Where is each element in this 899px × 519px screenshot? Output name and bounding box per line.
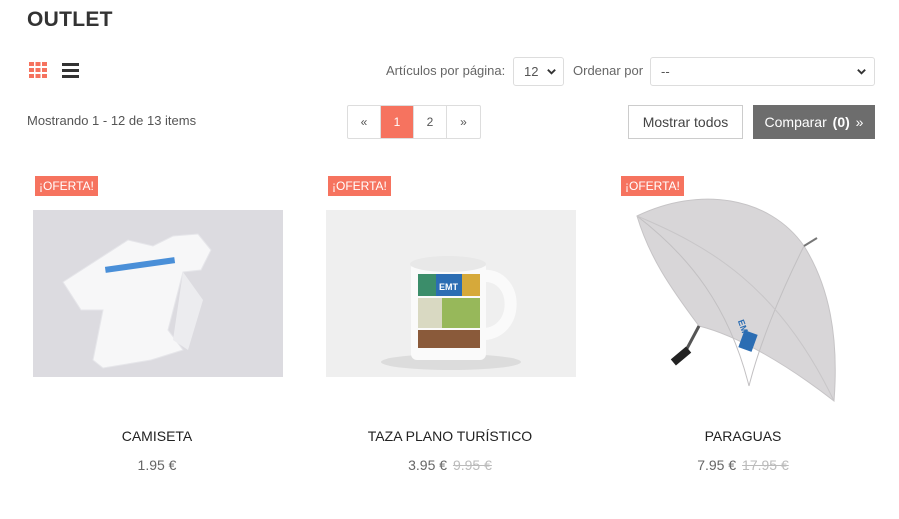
grid-view-icon[interactable]	[29, 62, 47, 78]
list-view-icon[interactable]	[62, 63, 79, 78]
pagination: « 1 2 »	[347, 105, 481, 139]
sort-label: Ordenar por	[573, 63, 644, 78]
umbrella-image: EMT	[619, 176, 869, 414]
compare-label: Comparar	[764, 114, 827, 130]
chevron-down-icon	[857, 69, 866, 75]
chevron-down-icon	[547, 69, 556, 75]
product-card: ¡OFERTA! EMT PARAGUAS 7.95 € 17.95 €	[613, 174, 873, 494]
product-image-mug[interactable]: EMT	[326, 210, 576, 377]
product-price: 7.95 €	[697, 457, 737, 473]
product-price: 3.95 €	[408, 457, 448, 473]
svg-text:EMT: EMT	[439, 282, 459, 292]
product-price: 1.95 €	[137, 457, 177, 473]
mug-image: EMT	[326, 210, 576, 377]
product-name[interactable]: PARAGUAS	[613, 428, 873, 444]
product-name[interactable]: CAMISETA	[27, 428, 287, 444]
per-page-value: 12	[524, 64, 539, 79]
pagination-page-2[interactable]: 2	[414, 106, 447, 138]
per-page-label: Artículos por página:	[386, 63, 506, 78]
sale-badge: ¡OFERTA!	[35, 176, 98, 196]
product-image-tshirt[interactable]	[33, 210, 283, 377]
sort-value: --	[661, 64, 670, 79]
show-all-button[interactable]: Mostrar todos	[628, 105, 743, 139]
compare-count: (0)	[832, 114, 850, 130]
tshirt-image	[33, 210, 283, 377]
product-prices: 3.95 € 9.95 €	[320, 457, 580, 473]
sale-badge: ¡OFERTA!	[621, 176, 684, 196]
pagination-prev[interactable]: «	[348, 106, 381, 138]
product-card: ¡OFERTA! CAMISETA 1.95 €	[27, 174, 287, 494]
pagination-page-1[interactable]: 1	[381, 106, 414, 138]
product-image-umbrella[interactable]: EMT	[619, 176, 869, 414]
product-old-price: 17.95 €	[742, 457, 789, 473]
product-name[interactable]: TAZA PLANO TURÍSTICO	[320, 428, 580, 444]
results-count: Mostrando 1 - 12 de 13 items	[27, 113, 197, 128]
page-title: OUTLET	[27, 8, 113, 31]
pagination-next[interactable]: »	[447, 106, 480, 138]
product-card: ¡OFERTA! EMT TAZA PLANO TURÍSTICO 3.95 €…	[320, 174, 580, 494]
sale-badge: ¡OFERTA!	[328, 176, 391, 196]
product-prices: 7.95 € 17.95 €	[613, 457, 873, 473]
product-prices: 1.95 €	[27, 457, 287, 473]
compare-arrow: »	[855, 114, 864, 130]
product-old-price: 9.95 €	[452, 457, 492, 473]
sort-select[interactable]: --	[650, 57, 875, 86]
compare-button[interactable]: Comparar (0) »	[753, 105, 875, 139]
per-page-select[interactable]: 12	[513, 57, 564, 86]
